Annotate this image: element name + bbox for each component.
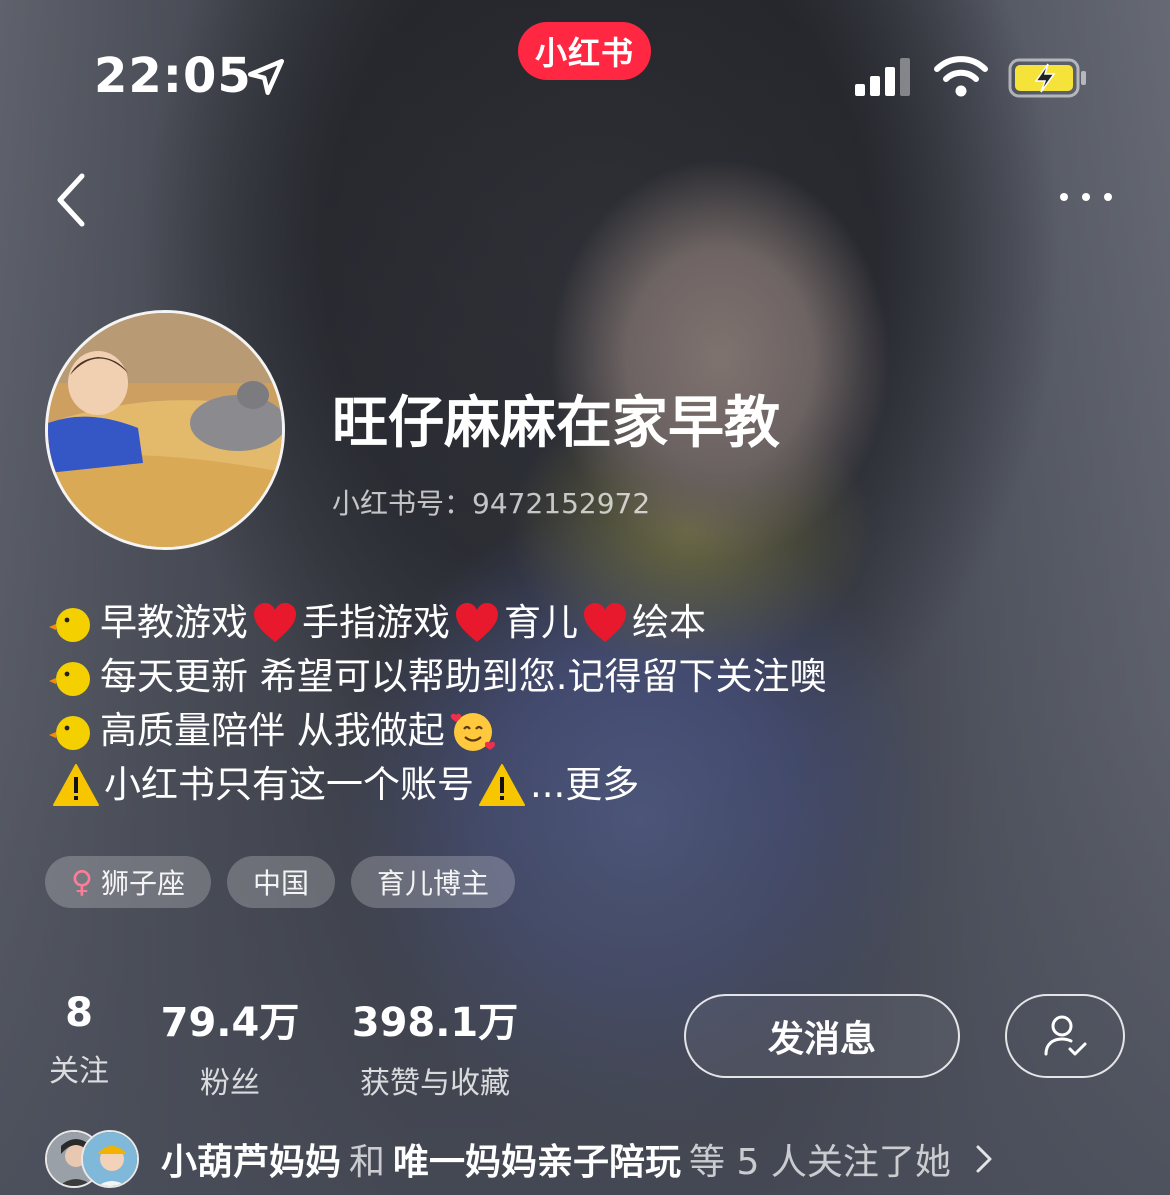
bio-text: 高质量陪伴 从我做起	[100, 709, 445, 752]
red-heart-icon	[456, 603, 498, 642]
tag-label: 狮子座	[100, 867, 185, 900]
back-icon[interactable]	[52, 170, 92, 230]
mutual-user-name[interactable]: 小葫芦妈妈	[161, 1133, 341, 1185]
bio-line: 小红书只有这一个账号 ...更多	[48, 758, 827, 812]
avatar	[81, 1130, 139, 1188]
chick-emoji-icon	[49, 716, 90, 750]
profile-tags: ♀ 狮子座 中国 育儿博主	[45, 856, 516, 908]
bio-line: 每天更新 希望可以帮助到您.记得留下关注噢	[48, 650, 827, 704]
smiling-face-with-hearts-icon	[450, 713, 495, 751]
tag-location: 中国	[227, 856, 336, 908]
bio-text: 绘本	[632, 601, 706, 644]
following-count: 8	[65, 990, 93, 1036]
bio-text: 早教游戏	[100, 601, 248, 644]
red-heart-icon	[254, 603, 296, 642]
bio-line: 早教游戏 手指游戏 育儿 绘本	[48, 596, 827, 650]
likes-count: 398.1万	[351, 1000, 519, 1046]
bio-more-link[interactable]: ...更多	[530, 758, 639, 812]
avatar[interactable]	[45, 310, 285, 550]
female-icon: ♀	[71, 864, 93, 900]
stat-likes[interactable]: 398.1万 获赞与收藏	[345, 990, 525, 1102]
bio-text: 手指游戏	[302, 601, 450, 644]
chevron-right-icon	[976, 1145, 992, 1173]
tag-role: 育儿博主	[351, 856, 516, 908]
fans-count: 79.4万	[160, 1000, 300, 1046]
mutual-followers-text: 小葫芦妈妈 和 唯一妈妈亲子陪玩 等 5 人关注了她	[161, 1133, 995, 1185]
mutual-suffix: 等 5 人关注了她	[689, 1142, 951, 1183]
tag-label: 育儿博主	[377, 867, 490, 900]
chick-emoji-icon	[49, 608, 90, 642]
account-id: 小红书号：9472152972	[332, 487, 651, 520]
profile-bio[interactable]: 早教游戏 手指游戏 育儿 绘本 每天更新 希望可以帮助到您.记得留下关注噢 高质…	[48, 596, 827, 812]
bio-text: 育儿	[504, 601, 578, 644]
bio-text: 小红书只有这一个账号	[104, 763, 474, 806]
send-message-button[interactable]: 发消息	[684, 994, 960, 1078]
chick-emoji-icon	[49, 662, 90, 696]
user-check-icon	[1044, 1015, 1087, 1056]
warning-icon	[479, 764, 525, 806]
status-time: 22:05	[94, 48, 252, 104]
location-arrow-icon	[247, 58, 285, 96]
tag-label: 中国	[253, 867, 310, 900]
warning-icon	[53, 764, 99, 806]
fans-label: 粉丝	[200, 1066, 260, 1101]
mutual-conjunction: 和	[349, 1142, 386, 1183]
bio-text: 每天更新 希望可以帮助到您.记得留下关注噢	[100, 655, 827, 698]
cellular-signal-icon	[855, 58, 910, 96]
wifi-icon	[934, 56, 988, 97]
mutual-user-name[interactable]: 唯一妈妈亲子陪玩	[393, 1133, 681, 1185]
bio-line: 高质量陪伴 从我做起	[48, 704, 827, 758]
battery-charging-icon	[1008, 58, 1086, 98]
tag-zodiac: ♀ 狮子座	[45, 856, 211, 908]
follow-button[interactable]	[1005, 994, 1125, 1078]
stat-following[interactable]: 8 关注	[40, 990, 118, 1090]
following-label: 关注	[49, 1054, 109, 1089]
likes-label: 获赞与收藏	[360, 1066, 510, 1101]
profile-name: 旺仔麻麻在家早教	[332, 391, 780, 456]
more-options-icon[interactable]	[1050, 182, 1120, 212]
stat-fans[interactable]: 79.4万 粉丝	[160, 990, 300, 1102]
mutual-followers[interactable]: 小葫芦妈妈 和 唯一妈妈亲子陪玩 等 5 人关注了她	[45, 1130, 995, 1188]
app-badge: 小红书	[518, 22, 651, 80]
red-heart-icon	[584, 603, 626, 642]
